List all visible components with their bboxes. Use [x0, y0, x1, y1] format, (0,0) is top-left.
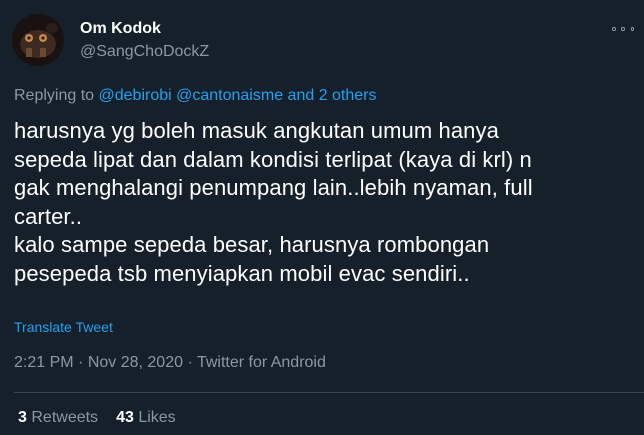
- and-others-link[interactable]: and 2 others: [288, 87, 377, 104]
- tweet-stats: 3 Retweets 43 Likes: [18, 408, 176, 428]
- retweets-stat[interactable]: 3 Retweets: [18, 409, 98, 426]
- tweet-time[interactable]: 2:21 PM: [14, 354, 74, 371]
- likes-label: Likes: [138, 409, 176, 426]
- tweet-text-line: pesepeda tsb menyiapkan mobil evac sendi…: [14, 260, 470, 286]
- meta-separator: ·: [183, 354, 197, 371]
- tweet-text-line: sepeda lipat dan dalam kondisi terlipat …: [14, 146, 532, 172]
- tweet-meta: 2:21 PM · Nov 28, 2020 · Twitter for And…: [14, 352, 326, 374]
- meta-separator: ·: [73, 354, 88, 371]
- retweets-count: 3: [18, 409, 27, 426]
- avatar[interactable]: [12, 14, 64, 66]
- replying-to: Replying to @debirobi @cantonaisme and 2…: [14, 86, 377, 106]
- tweet-source[interactable]: Twitter for Android: [197, 354, 326, 371]
- tweet-text-line: carter..: [14, 203, 83, 229]
- mention-link[interactable]: @cantonaisme: [176, 87, 283, 104]
- more-options-icon[interactable]: [612, 22, 634, 36]
- translate-tweet-link[interactable]: Translate Tweet: [14, 318, 113, 336]
- likes-stat[interactable]: 43 Likes: [116, 409, 176, 426]
- user-handle[interactable]: @SangChoDockZ: [80, 41, 209, 63]
- tweet-text-line: kalo sampe sepeda besar, harusnya rombon…: [14, 232, 490, 257]
- tweet-text-line: harusnya yg boleh masuk angkutan umum ha…: [14, 118, 499, 143]
- likes-count: 43: [116, 409, 134, 426]
- avatar-image: [12, 14, 64, 66]
- tweet-card: Om Kodok @SangChoDockZ Replying to @debi…: [0, 0, 644, 435]
- display-name[interactable]: Om Kodok: [80, 19, 209, 39]
- user-header: Om Kodok @SangChoDockZ: [80, 19, 209, 63]
- divider: [14, 392, 644, 393]
- tweet-text: harusnya yg boleh masuk angkutan umum ha…: [14, 117, 634, 288]
- tweet-date[interactable]: Nov 28, 2020: [88, 354, 183, 371]
- replying-prefix: Replying to: [14, 87, 95, 104]
- tweet-text-line: gak menghalangi penumpang lain..lebih ny…: [14, 175, 533, 200]
- retweets-label: Retweets: [31, 409, 99, 426]
- mention-link[interactable]: @debirobi: [99, 87, 172, 104]
